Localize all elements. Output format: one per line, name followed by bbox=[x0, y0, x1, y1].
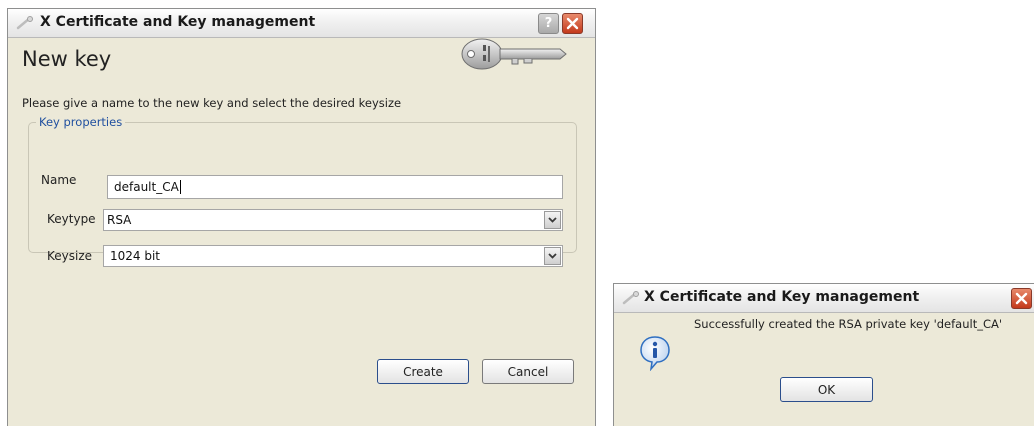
name-input-value: default_CA bbox=[114, 180, 179, 194]
name-input[interactable]: default_CA bbox=[107, 175, 563, 199]
close-button[interactable] bbox=[562, 13, 583, 34]
page-title: New key bbox=[22, 47, 112, 71]
title-bar[interactable]: X Certificate and Key management ? bbox=[8, 9, 595, 38]
chevron-down-icon bbox=[548, 253, 557, 259]
keysize-select[interactable]: 1024 bit bbox=[103, 245, 563, 267]
create-button[interactable]: Create bbox=[377, 359, 469, 384]
text-cursor bbox=[179, 180, 181, 194]
new-key-dialog: X Certificate and Key management ? New k… bbox=[7, 8, 596, 426]
ok-button[interactable]: OK bbox=[780, 377, 873, 402]
key-title-icon bbox=[622, 291, 639, 305]
message-dialog: X Certificate and Key management Success… bbox=[613, 283, 1034, 426]
info-icon bbox=[640, 336, 670, 371]
key-title-icon bbox=[16, 16, 33, 30]
name-label: Name bbox=[41, 173, 77, 187]
keysize-label: Keysize bbox=[47, 249, 93, 263]
window-title: X Certificate and Key management bbox=[40, 14, 316, 30]
chevron-down-icon bbox=[548, 217, 557, 223]
key-icon bbox=[461, 38, 567, 70]
help-icon: ? bbox=[544, 16, 553, 31]
message-text: Successfully created the RSA private key… bbox=[694, 317, 1003, 331]
keytype-label: Keytype bbox=[47, 212, 96, 226]
close-icon bbox=[566, 17, 579, 30]
keytype-select[interactable]: RSA bbox=[103, 209, 563, 231]
key-properties-title: Key properties bbox=[36, 115, 126, 129]
keysize-value: 1024 bit bbox=[110, 249, 161, 263]
cancel-button[interactable]: Cancel bbox=[482, 359, 574, 384]
message-close-button[interactable] bbox=[1011, 288, 1032, 309]
message-title-bar[interactable]: X Certificate and Key management bbox=[614, 284, 1034, 313]
dialog-description: Please give a name to the new key and se… bbox=[22, 96, 402, 110]
message-window-title: X Certificate and Key management bbox=[644, 289, 920, 305]
keysize-dropdown-button[interactable] bbox=[544, 247, 561, 265]
help-button[interactable]: ? bbox=[538, 13, 559, 34]
close-icon bbox=[1015, 292, 1028, 305]
keytype-value: RSA bbox=[107, 213, 132, 227]
keytype-dropdown-button[interactable] bbox=[544, 211, 561, 229]
